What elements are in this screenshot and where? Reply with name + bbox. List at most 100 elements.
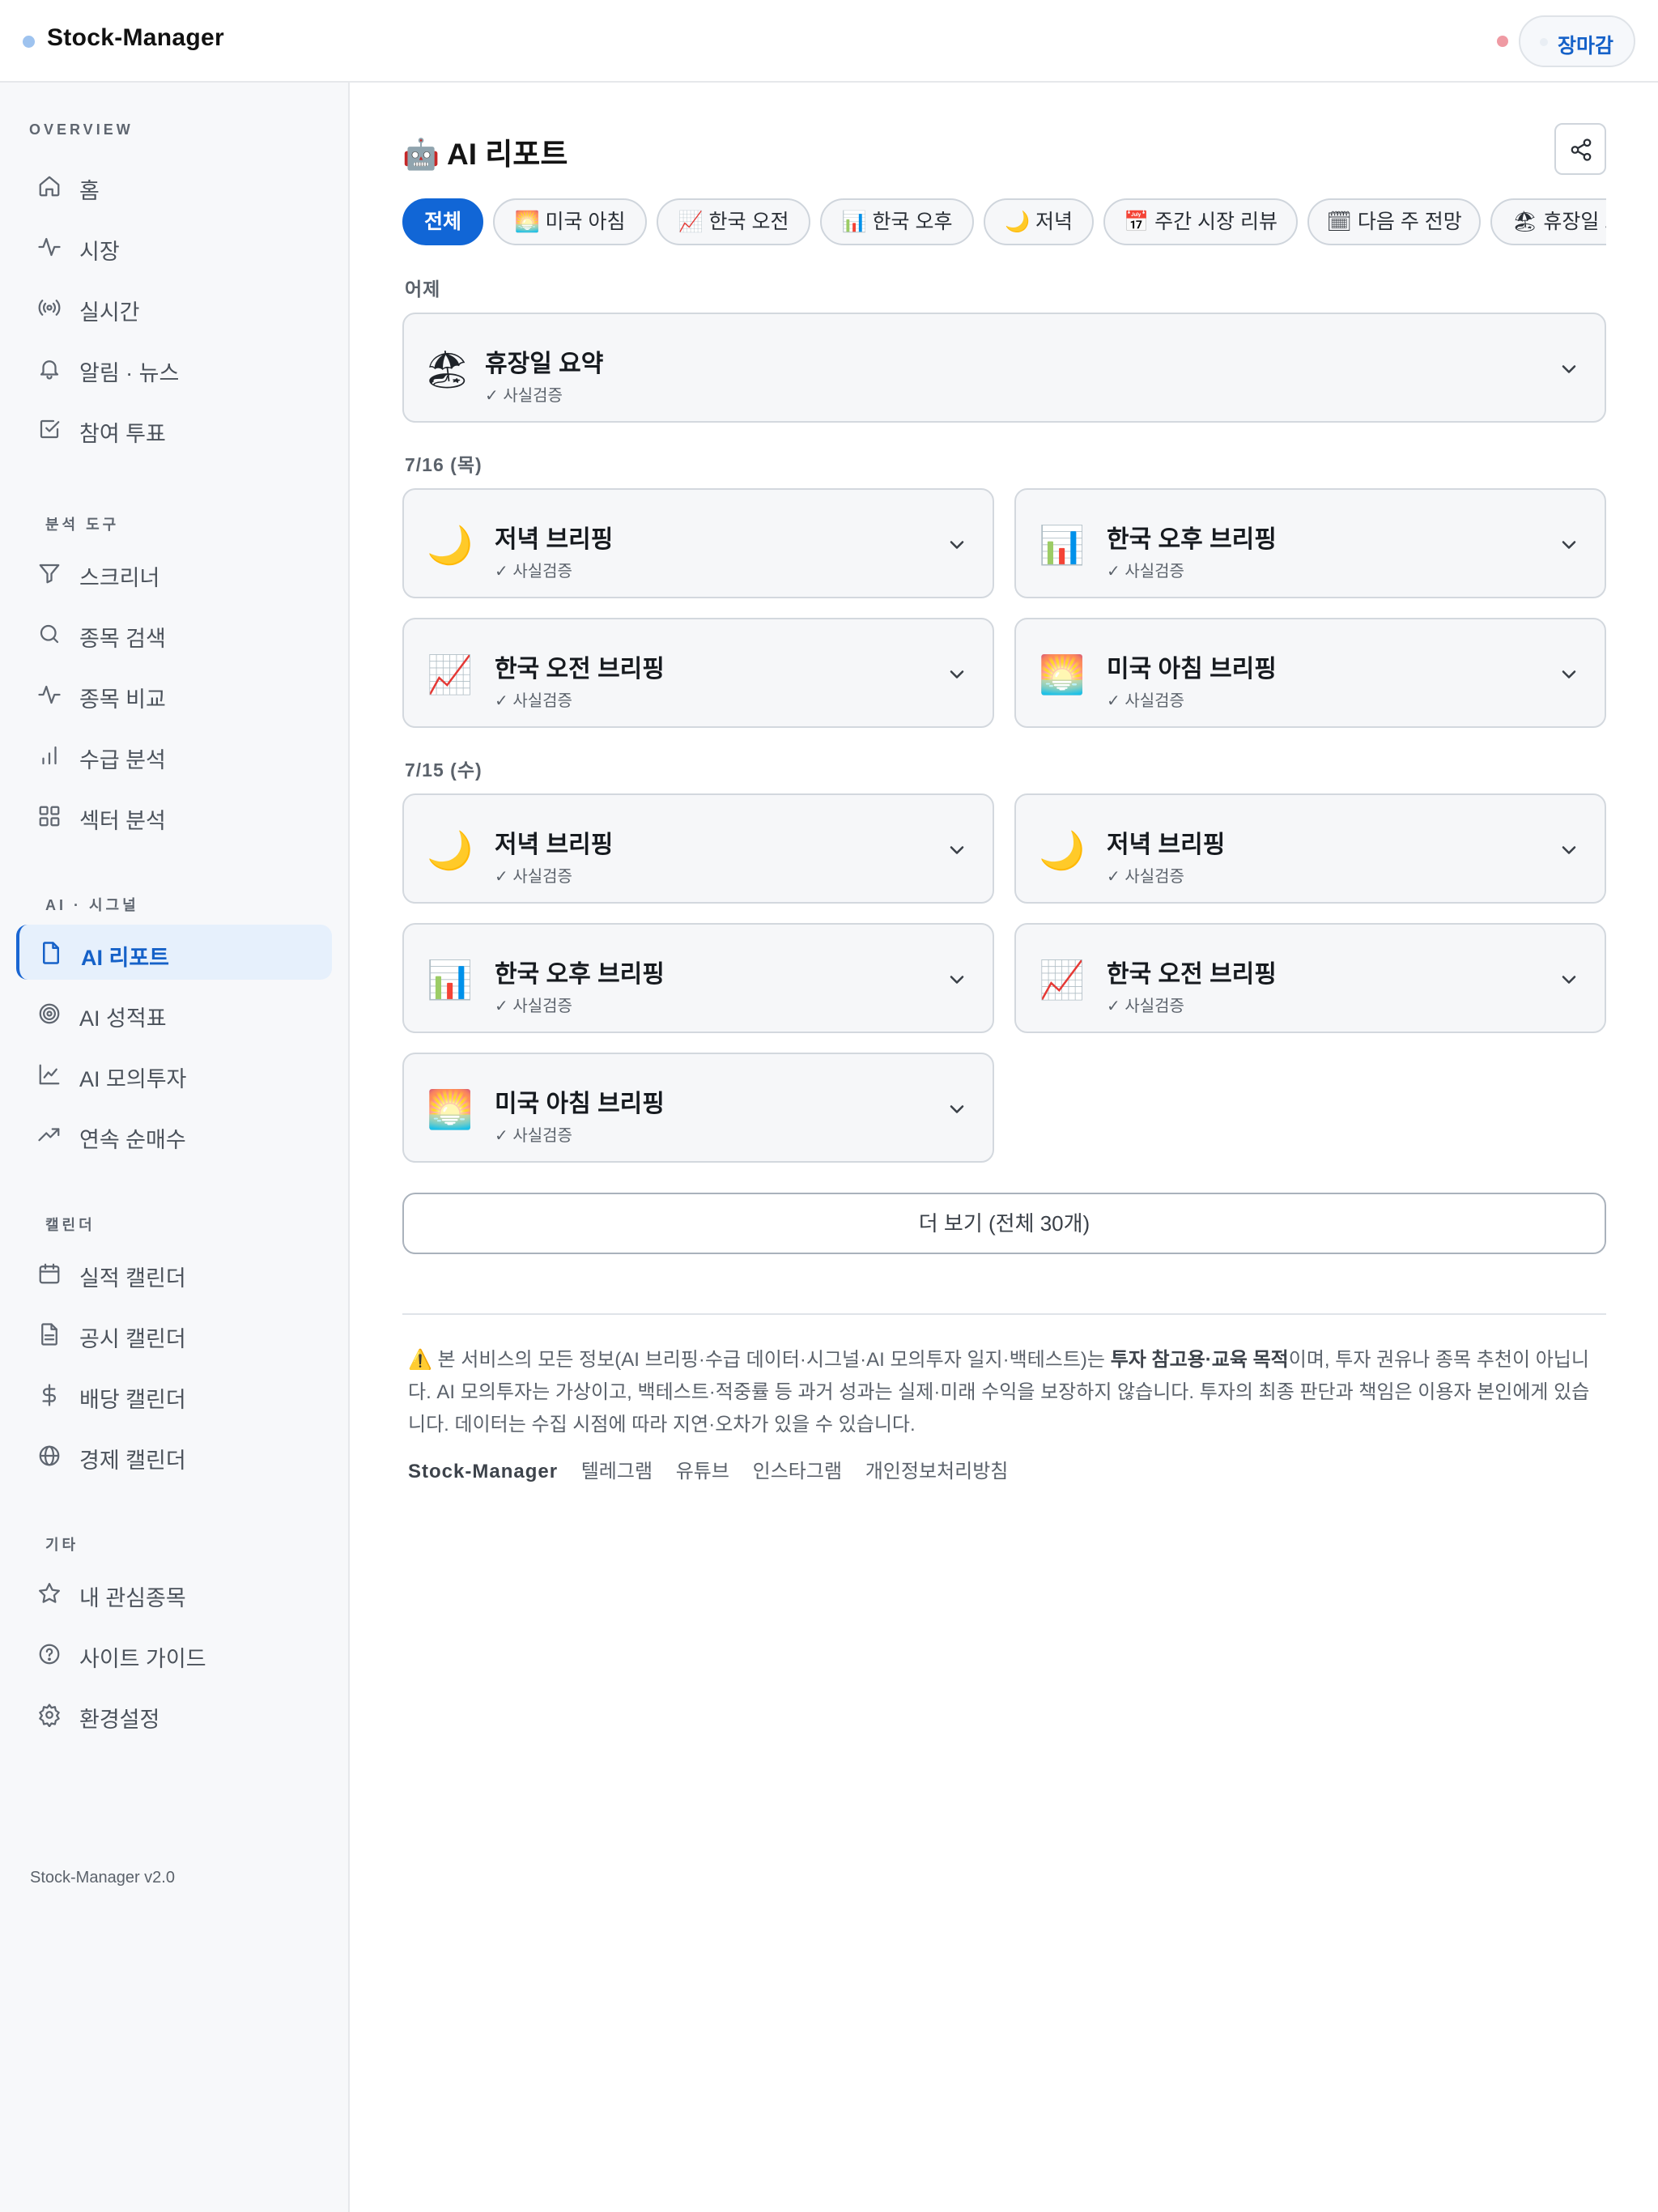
footer-link-privacy[interactable]: 개인정보처리방침 — [865, 1461, 1009, 1482]
sidebar-section-title: AI · 시그널 — [45, 897, 139, 913]
chart-up-icon: 📈 — [427, 653, 474, 696]
tab-korea-afternoon[interactable]: 📊 한국 오후 — [820, 198, 974, 245]
report-card[interactable]: 📈 한국 오전 브리핑 ✓ 사실검증 — [1014, 923, 1606, 1033]
sidebar-item-label: 알림 · 뉴스 — [79, 361, 180, 385]
sidebar-item-vote[interactable]: 참여 투표 — [16, 401, 332, 456]
moon-icon: 🌙 — [1039, 829, 1086, 871]
sidebar-item-label: AI 모의투자 — [79, 1067, 187, 1091]
footer-link-youtube[interactable]: 유튜브 — [676, 1461, 729, 1482]
report-card[interactable]: 📈 한국 오전 브리핑 ✓ 사실검증 — [402, 618, 994, 728]
globe-icon — [37, 1444, 62, 1468]
sidebar-item-sector-analysis[interactable]: 섹터 분석 — [16, 788, 332, 843]
footer-brand[interactable]: Stock-Manager — [408, 1461, 558, 1482]
search-icon — [37, 622, 62, 646]
report-title: 한국 오후 브리핑 — [1107, 526, 1277, 553]
tab-weekly-review[interactable]: 📅 주간 시장 리뷰 — [1103, 198, 1298, 245]
tab-holiday-summary[interactable]: 🏖 휴장일 요약 — [1490, 198, 1606, 245]
sidebar-item-label: AI 성적표 — [79, 1006, 167, 1031]
target-icon — [37, 1002, 62, 1026]
market-status-dot — [1540, 38, 1548, 46]
report-card[interactable]: 🌙 저녁 브리핑 ✓ 사실검증 — [1014, 793, 1606, 904]
fact-check-badge: ✓ 사실검증 — [1107, 692, 1184, 710]
report-title: 한국 오전 브리핑 — [1107, 961, 1277, 988]
sidebar-item-consecutive-buying[interactable]: 연속 순매수 — [16, 1107, 332, 1162]
sidebar-item-market[interactable]: 시장 — [16, 219, 332, 274]
sidebar-item-earnings-calendar[interactable]: 실적 캘린더 — [16, 1245, 332, 1300]
sidebar-item-site-guide[interactable]: 사이트 가이드 — [16, 1626, 332, 1681]
sidebar-section-title: 캘린더 — [45, 1217, 96, 1233]
brand-name[interactable]: Stock-Manager — [47, 24, 224, 52]
date-group-label: 어제 — [405, 279, 441, 300]
fact-check-badge: ✓ 사실검증 — [1107, 998, 1184, 1015]
report-card[interactable]: 📊 한국 오후 브리핑 ✓ 사실검증 — [1014, 488, 1606, 598]
share-button[interactable] — [1554, 123, 1606, 175]
chevron-down-icon — [950, 846, 964, 854]
sidebar-item-dividend-calendar[interactable]: 배당 캘린더 — [16, 1367, 332, 1422]
line-chart-icon — [37, 1062, 62, 1087]
sidebar-item-alerts-news[interactable]: 알림 · 뉴스 — [16, 340, 332, 395]
footer-link-telegram[interactable]: 텔레그램 — [581, 1461, 653, 1482]
bar-chart-icon: 📊 — [1039, 524, 1086, 566]
chevron-down-icon — [1562, 976, 1576, 984]
app-version: Stock-Manager v2.0 — [30, 1869, 175, 1887]
sunrise-icon: 🌅 — [1039, 653, 1086, 696]
sidebar: OVERVIEW 홈 시장 실시간 알림 · 뉴스 참여 투표 분석 도구 스크… — [0, 83, 350, 2212]
report-title: 저녁 브리핑 — [495, 832, 614, 858]
fact-check-badge: ✓ 사실검증 — [495, 692, 572, 710]
home-icon — [37, 174, 62, 198]
chevron-down-icon — [950, 976, 964, 984]
moon-icon: 🌙 — [427, 829, 474, 871]
fact-check-badge: ✓ 사실검증 — [495, 998, 572, 1015]
report-card[interactable]: 🌅 미국 아침 브리핑 ✓ 사실검증 — [1014, 618, 1606, 728]
sidebar-item-screener[interactable]: 스크리너 — [16, 545, 332, 600]
sidebar-item-label: 사이트 가이드 — [79, 1647, 206, 1671]
report-title: 한국 오후 브리핑 — [495, 961, 665, 988]
sidebar-item-supply-analysis[interactable]: 수급 분석 — [16, 727, 332, 782]
sidebar-item-settings[interactable]: 환경설정 — [16, 1687, 332, 1742]
sidebar-item-ai-report[interactable]: AI 리포트 — [16, 925, 332, 980]
sidebar-item-label: 참여 투표 — [79, 422, 166, 446]
sidebar-item-label: 공시 캘린더 — [79, 1327, 186, 1351]
report-card[interactable]: 📊 한국 오후 브리핑 ✓ 사실검증 — [402, 923, 994, 1033]
sidebar-item-realtime[interactable]: 실시간 — [16, 279, 332, 334]
beach-icon: 🏖 — [423, 348, 471, 390]
tab-us-morning[interactable]: 🌅 미국 아침 — [493, 198, 647, 245]
gear-icon — [37, 1703, 62, 1727]
tab-korea-morning[interactable]: 📈 한국 오전 — [657, 198, 810, 245]
sidebar-item-watchlist[interactable]: 내 관심종목 — [16, 1565, 332, 1620]
report-card[interactable]: 🏖 휴장일 요약 ✓ 사실검증 — [402, 313, 1606, 423]
sidebar-item-label: 종목 검색 — [79, 627, 166, 651]
report-card[interactable]: 🌅 미국 아침 브리핑 ✓ 사실검증 — [402, 1053, 994, 1163]
sidebar-item-stock-search[interactable]: 종목 검색 — [16, 606, 332, 661]
sidebar-item-label: 배당 캘린더 — [79, 1388, 186, 1412]
report-title: 한국 오전 브리핑 — [495, 656, 665, 683]
chevron-down-icon — [1562, 670, 1576, 678]
report-card[interactable]: 🌙 저녁 브리핑 ✓ 사실검증 — [402, 488, 994, 598]
tab-evening[interactable]: 🌙 저녁 — [984, 198, 1094, 245]
footer-link-instagram[interactable]: 인스타그램 — [753, 1461, 842, 1482]
bar-chart-icon — [37, 743, 62, 768]
sidebar-item-disclosure-calendar[interactable]: 공시 캘린더 — [16, 1306, 332, 1361]
moon-icon: 🌙 — [427, 524, 474, 566]
report-card[interactable]: 🌙 저녁 브리핑 ✓ 사실검증 — [402, 793, 994, 904]
sidebar-section-title: 분석 도구 — [45, 517, 120, 533]
tab-next-week-outlook[interactable]: 🗓 다음 주 전망 — [1307, 198, 1481, 245]
report-title: 저녁 브리핑 — [1107, 832, 1226, 858]
page-title: 🤖 AI 리포트 — [402, 138, 568, 171]
sidebar-item-label: 수급 분석 — [79, 748, 166, 772]
chevron-down-icon — [1562, 541, 1576, 549]
tab-all[interactable]: 전체 — [402, 198, 483, 245]
file-text-icon — [37, 1322, 62, 1346]
sidebar-item-ai-paper-trading[interactable]: AI 모의투자 — [16, 1046, 332, 1101]
help-circle-icon — [37, 1642, 62, 1666]
load-more-button[interactable]: 더 보기 (전체 30개) — [402, 1193, 1606, 1254]
sidebar-item-label: 환경설정 — [79, 1708, 160, 1732]
market-status-badge[interactable]: 장마감 — [1519, 15, 1635, 67]
fact-check-badge: ✓ 사실검증 — [1107, 868, 1184, 886]
chevron-down-icon — [1562, 846, 1576, 854]
sidebar-item-home[interactable]: 홈 — [16, 158, 332, 213]
sidebar-item-economic-calendar[interactable]: 경제 캘린더 — [16, 1427, 332, 1482]
sidebar-item-stock-compare[interactable]: 종목 비교 — [16, 666, 332, 721]
sidebar-section-title: OVERVIEW — [29, 121, 134, 138]
sidebar-item-ai-scorecard[interactable]: AI 성적표 — [16, 985, 332, 1040]
